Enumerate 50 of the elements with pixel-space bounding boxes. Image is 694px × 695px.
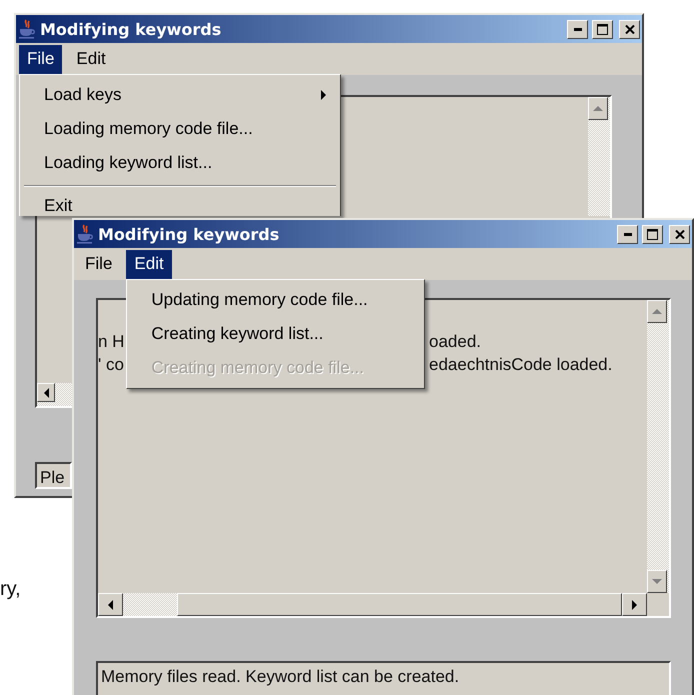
text-line: oaded. <box>429 332 481 353</box>
horizontal-scrollbar[interactable] <box>98 593 647 616</box>
text-line: n H <box>98 332 124 353</box>
close-button[interactable] <box>669 224 690 244</box>
status-field: Ple <box>35 462 72 489</box>
submenu-arrow-icon <box>321 90 326 100</box>
minimize-button[interactable] <box>617 224 638 244</box>
maximize-button[interactable] <box>642 224 663 244</box>
scroll-right-button[interactable] <box>622 593 647 616</box>
scroll-up-button[interactable] <box>588 97 608 120</box>
maximize-button[interactable] <box>592 20 613 38</box>
page-text: ry, <box>0 578 21 601</box>
up-arrow-icon <box>652 309 662 314</box>
menu-entry[interactable]: Loading keyword list... <box>22 146 338 180</box>
menu-entry[interactable]: Creating keyword list... <box>129 316 422 350</box>
close-icon <box>624 24 634 34</box>
close-icon <box>674 230 684 238</box>
coffee-cup-icon <box>76 224 94 244</box>
scroll-left-button[interactable] <box>98 593 123 616</box>
menu-item[interactable]: File <box>19 44 62 74</box>
text-line: ' co <box>98 355 124 376</box>
scroll-up-button[interactable] <box>647 300 667 323</box>
horizontal-scrollbar[interactable] <box>37 383 72 406</box>
down-arrow-icon <box>652 579 662 584</box>
status-field: Memory files read. Keyword list can be created. <box>96 661 671 695</box>
vertical-scrollbar[interactable] <box>647 300 669 593</box>
left-arrow-icon <box>108 600 113 610</box>
maximize-icon <box>597 24 608 34</box>
minimize-icon <box>574 28 582 30</box>
vertical-scrollbar[interactable] <box>588 97 610 216</box>
minimize-icon <box>624 232 632 236</box>
coffee-cup-icon <box>18 19 36 39</box>
menu-item[interactable]: Edit <box>68 44 114 74</box>
left-arrow-icon <box>44 388 48 398</box>
scroll-left-button[interactable] <box>37 383 55 402</box>
menu-entry[interactable]: Loading memory code file... <box>22 112 338 146</box>
close-button[interactable] <box>619 20 640 38</box>
window-title: Modifying keywords <box>40 20 222 38</box>
menu-item[interactable]: Edit <box>126 250 172 278</box>
minimize-button[interactable] <box>567 20 588 38</box>
menu-entry[interactable]: Load keys <box>22 78 338 112</box>
maximize-icon <box>647 228 658 240</box>
scroll-thumb[interactable] <box>177 593 622 616</box>
window-title: Modifying keywords <box>98 224 280 244</box>
right-arrow-icon <box>632 600 637 610</box>
text-line: edaechtnisCode loaded. <box>429 355 612 376</box>
scroll-down-button[interactable] <box>647 570 667 593</box>
up-arrow-icon <box>593 106 603 111</box>
menu-item[interactable]: File <box>77 250 120 278</box>
menu-entry[interactable]: Exit <box>22 190 338 216</box>
